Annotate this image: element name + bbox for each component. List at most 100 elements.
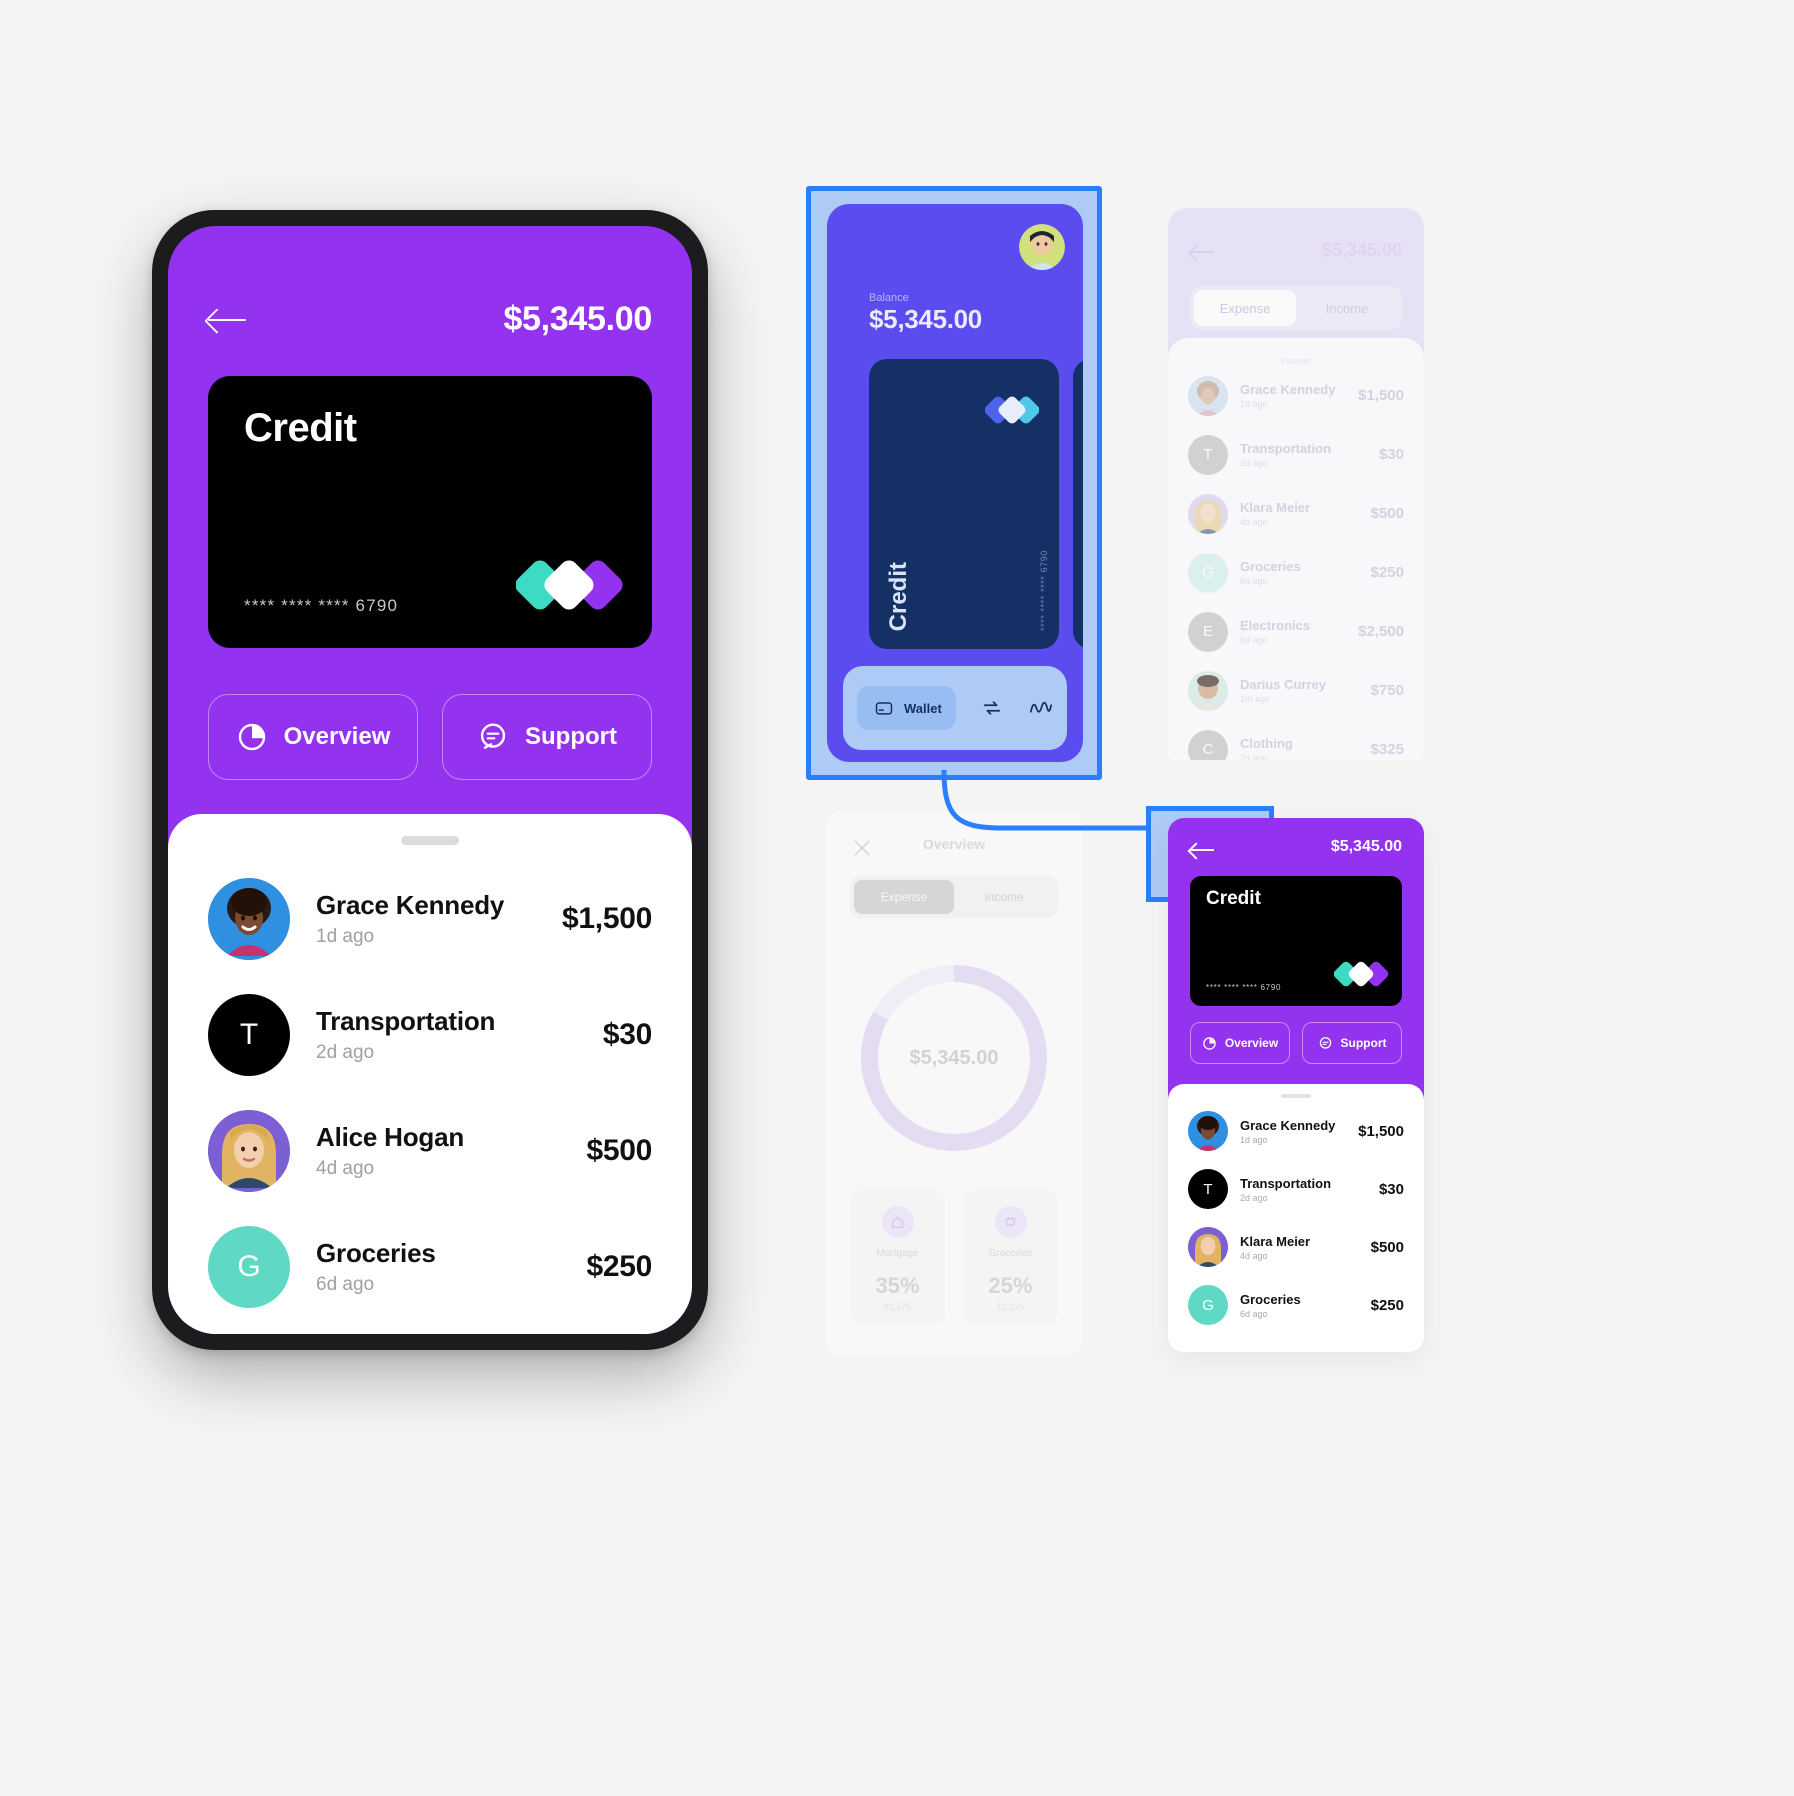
card-number: **** **** **** 6790: [1039, 550, 1049, 631]
page-title: Overview: [922, 836, 986, 852]
avatar: G: [208, 1226, 290, 1308]
transaction-name: Electronics: [1240, 618, 1311, 633]
credit-card[interactable]: Credit **** **** **** 6790: [208, 376, 652, 648]
transaction-info: Grace Kennedy 1d ago: [316, 890, 562, 948]
transaction-name: Clothing: [1240, 736, 1293, 751]
transaction-time: 4d ago: [1240, 1250, 1268, 1261]
avatar-initial: T: [239, 1018, 259, 1051]
list-item[interactable]: G Groceries 6d ago $250: [1188, 543, 1404, 602]
avatar: [208, 1110, 290, 1192]
transaction-time: 1d ago: [1240, 399, 1268, 409]
transaction-time: 6d ago: [1240, 635, 1268, 645]
tab-expense[interactable]: Expense: [1194, 290, 1296, 326]
tab-income[interactable]: Income: [1296, 290, 1398, 326]
secondary-card[interactable]: [1073, 359, 1083, 649]
detail-screen-mockup: $5,345.00 Credit **** **** **** 6790 Ove…: [1168, 818, 1424, 1352]
user-avatar[interactable]: [1019, 224, 1065, 270]
table-row[interactable]: G Groceries 6d ago $250: [208, 1209, 652, 1325]
transaction-info: Klara Meier 4d ago: [1240, 1234, 1371, 1261]
panel-header: $5,345.00 Expense Income: [1168, 208, 1424, 338]
overview-button-label: Overview: [283, 723, 391, 750]
support-button[interactable]: Support: [442, 694, 652, 780]
list-item[interactable]: C Clothing 2d ago $325: [1188, 720, 1404, 760]
transaction-time: 2d ago: [1240, 753, 1268, 760]
stat-percent: 35%: [875, 1273, 920, 1298]
transaction-amount: $1,500: [1358, 1122, 1404, 1140]
list-item[interactable]: E Electronics 6d ago $2,500: [1188, 602, 1404, 661]
transaction-time: 2d ago: [1240, 458, 1268, 468]
balance-amount: $5,345.00: [1330, 838, 1402, 855]
design-canvas: $5,345.00 Credit **** **** **** 6790 Ove…: [0, 0, 1794, 1796]
tab-expense[interactable]: Expense: [854, 880, 954, 914]
tab-income[interactable]: Income: [954, 880, 1054, 914]
nav-item-activity[interactable]: [1028, 695, 1053, 721]
cart-icon: [994, 1206, 1027, 1238]
transaction-amount: $500: [1370, 505, 1404, 522]
selection-frame-wallet[interactable]: Balance $5,345.00 Credit **** **** **** …: [806, 186, 1102, 780]
section-label: Income: [1281, 356, 1311, 366]
avatar: [1188, 493, 1228, 534]
avatar-initial: E: [1202, 623, 1213, 640]
nav-item-transfer[interactable]: [980, 695, 1005, 721]
transaction-amount: $325: [1370, 741, 1404, 758]
transaction-time: 1m ago: [1240, 694, 1271, 704]
transaction-time: 4d ago: [316, 1158, 375, 1179]
main-phone-header: $5,345.00: [208, 300, 652, 339]
overview-button[interactable]: Overview: [1190, 1022, 1290, 1064]
table-row[interactable]: Alice Hogan 4d ago $500: [208, 1093, 652, 1209]
sheet-grabber[interactable]: [1281, 1094, 1311, 1098]
transaction-amount: $750: [1370, 682, 1404, 699]
arrow-left-icon[interactable]: [1190, 244, 1214, 260]
stat-label: Groceries: [988, 1248, 1033, 1259]
table-row[interactable]: Klara Meier 4d ago $500: [1188, 1218, 1404, 1276]
stat-card-mortgage[interactable]: Mortgage 35% $1,575: [850, 1190, 945, 1326]
bottom-nav-bar: Wallet: [843, 666, 1067, 750]
credit-card[interactable]: Credit **** **** **** 6790: [869, 359, 1059, 649]
table-row[interactable]: Grace Kennedy 1d ago $1,500: [1188, 1102, 1404, 1160]
arrow-left-icon[interactable]: [1190, 842, 1214, 858]
list-item[interactable]: T Transportation 2d ago $30: [1188, 425, 1404, 484]
overview-button[interactable]: Overview: [208, 694, 418, 780]
support-button[interactable]: Support: [1302, 1022, 1402, 1064]
table-row[interactable]: Grace Kennedy 1d ago $1,500: [208, 861, 652, 977]
transaction-info: Electronics 6d ago: [1240, 618, 1358, 645]
overview-panel-mockup[interactable]: Overview Expense Income $5,345.00 Mortga…: [826, 810, 1082, 1356]
avatar: G: [1188, 1285, 1228, 1325]
pie-chart-icon: [1203, 1036, 1216, 1050]
transaction-amount: $250: [1370, 1296, 1404, 1314]
avatar: C: [1188, 729, 1228, 760]
arrow-left-icon[interactable]: [208, 306, 248, 334]
table-row[interactable]: G Groceries 6d ago $250: [1188, 1276, 1404, 1334]
sheet-grabber[interactable]: [401, 836, 459, 845]
transaction-time: 2d ago: [1240, 1192, 1268, 1203]
stat-card-row: Mortgage 35% $1,575 Groceries 25% $1,125: [850, 1190, 1058, 1326]
main-phone-mockup: $5,345.00 Credit **** **** **** 6790 Ove…: [152, 210, 708, 1350]
chat-bubble-icon: [480, 723, 506, 749]
stat-card-groceries[interactable]: Groceries 25% $1,125: [963, 1190, 1058, 1326]
avatar-initial: C: [1202, 741, 1214, 758]
transaction-amount: $250: [586, 1250, 652, 1283]
transaction-name: Groceries: [1240, 1291, 1301, 1307]
avatar: [1188, 375, 1228, 416]
avatar-initial: T: [1203, 446, 1213, 463]
table-row[interactable]: T Transportation 2d ago $30: [208, 977, 652, 1093]
avatar: [1188, 1111, 1228, 1151]
list-item[interactable]: Darius Currey 1m ago $750: [1188, 661, 1404, 720]
table-row[interactable]: T Transportation 2d ago $30: [1188, 1160, 1404, 1218]
avatar: [208, 878, 290, 960]
transaction-info: Groceries 6d ago: [1240, 559, 1371, 586]
list-item[interactable]: Klara Meier 4d ago $500: [1188, 484, 1404, 543]
avatar: T: [208, 994, 290, 1076]
nav-item-wallet[interactable]: Wallet: [857, 686, 956, 730]
faded-transactions-panel[interactable]: $5,345.00 Expense Income Income Grace Ke…: [1168, 208, 1424, 760]
avatar: G: [1188, 552, 1228, 593]
list-item[interactable]: Grace Kennedy 1d ago $1,500: [1188, 366, 1404, 425]
transaction-info: Alice Hogan 4d ago: [316, 1122, 586, 1180]
avatar: [1188, 670, 1228, 711]
avatar-initial: G: [1202, 1296, 1214, 1314]
diamond-logo-icon: [515, 546, 626, 624]
credit-card[interactable]: Credit **** **** **** 6790: [1190, 876, 1402, 1006]
balance-amount: $5,345.00: [869, 304, 982, 334]
transaction-time: 4d ago: [1240, 517, 1268, 527]
transaction-list: Grace Kennedy 1d ago $1,500 T Transporta…: [168, 845, 692, 1325]
